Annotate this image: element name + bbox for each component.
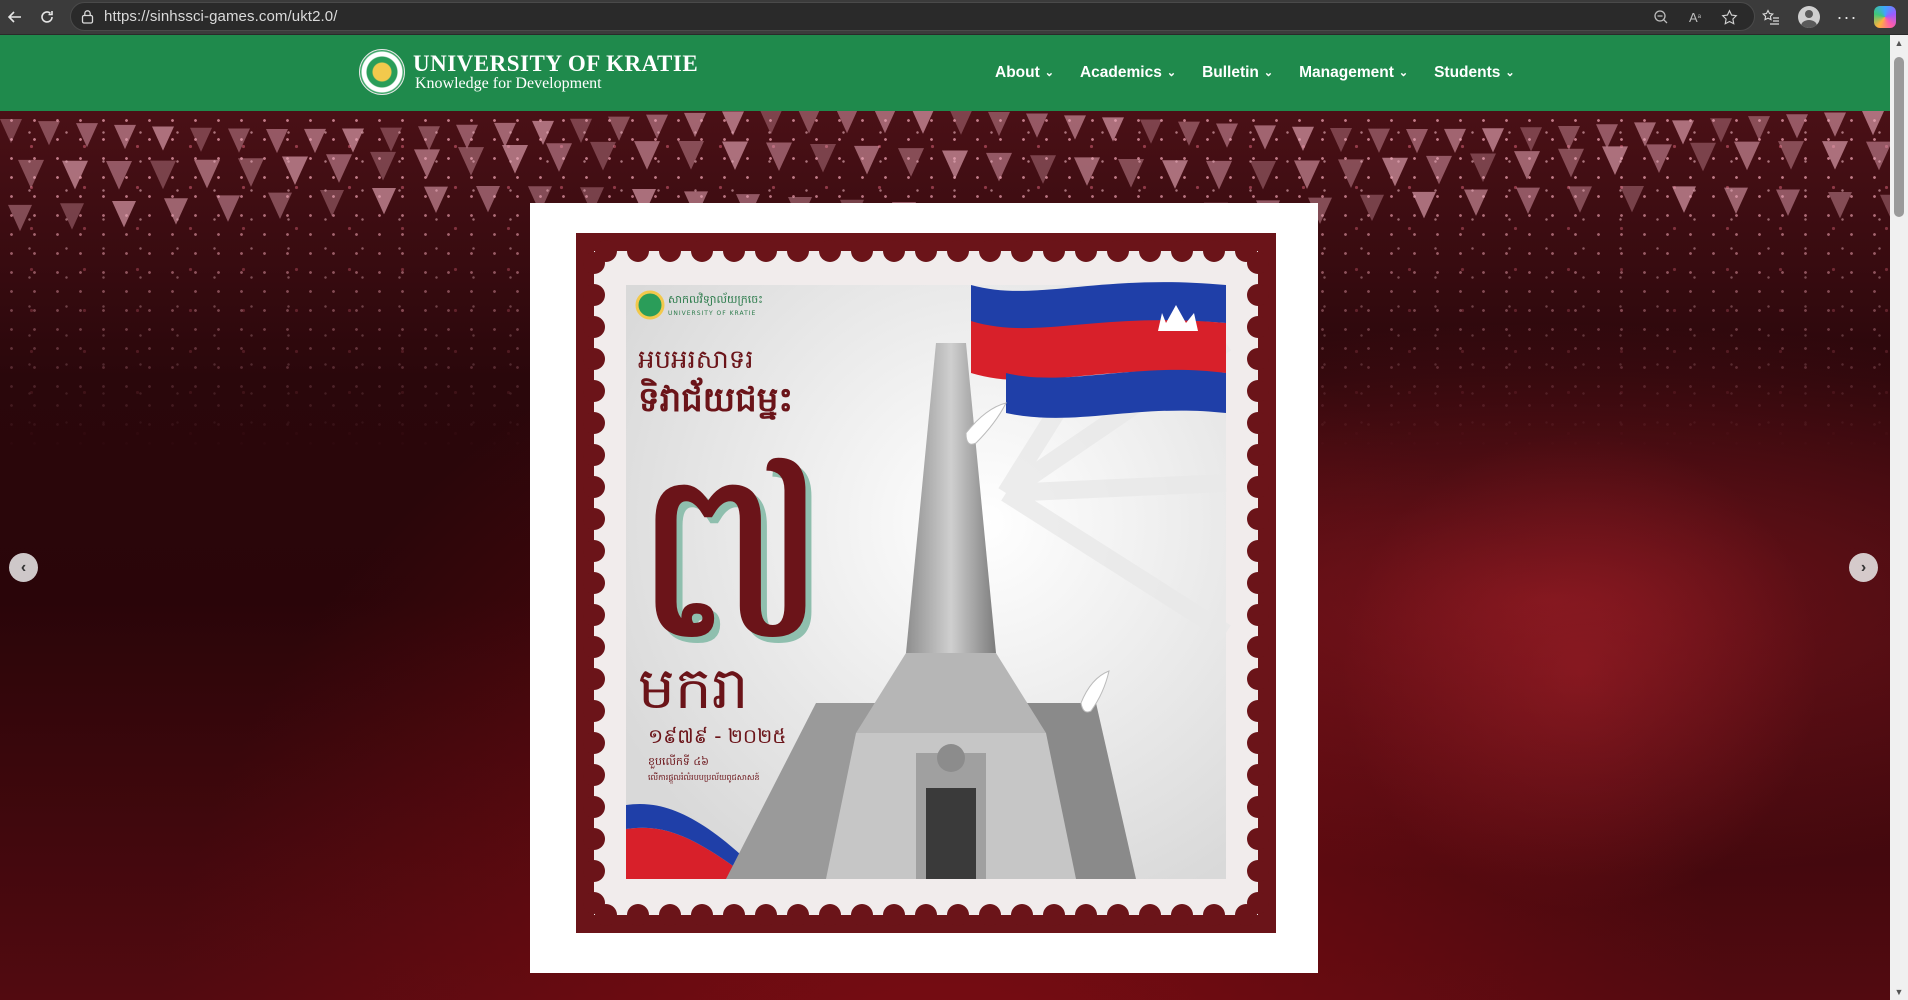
chevron-left-icon: ‹ [20,558,27,576]
scroll-down-arrow-icon[interactable]: ▼ [1890,984,1908,1000]
site-title[interactable]: UNIVERSITY OF KRATIE [413,52,698,75]
slider-next-button[interactable]: › [1849,553,1878,582]
nav-students[interactable]: Students ⌄ [1434,64,1515,82]
nav-bulletin[interactable]: Bulletin ⌄ [1202,64,1273,82]
cambodian-flag-top [971,282,1226,418]
nav-label: Bulletin [1202,64,1259,81]
nav-label: Students [1434,64,1501,81]
more-menu-icon[interactable]: ··· [1832,2,1862,32]
poster-big-numeral: ៧ [632,414,829,694]
nav-about[interactable]: About ⌄ [995,64,1054,82]
zoom-out-icon[interactable] [1648,5,1674,29]
favorite-star-icon[interactable] [1716,5,1742,29]
refresh-icon[interactable] [32,2,62,32]
browser-toolbar: https://sinhssci-games.com/ukt2.0/ Aᵃ ··… [0,0,1908,35]
nav-label: Management [1299,64,1394,81]
university-seal-icon[interactable] [359,49,405,95]
nav-label: Academics [1079,64,1162,81]
slider-prev-button[interactable]: ‹ [9,553,38,582]
chevron-down-icon: ⌄ [1166,66,1177,79]
url-text[interactable]: https://sinhssci-games.com/ukt2.0/ [104,8,338,25]
page-scrollbar[interactable]: ▲ ▼ [1890,35,1908,1000]
site-logo-link[interactable]: UNIVERSITY OF KRATIE Knowledge for Devel… [359,49,698,95]
nav-academics[interactable]: Academics ⌄ [1080,64,1176,82]
profile-avatar-icon[interactable] [1794,2,1824,32]
poster-anniversary: ខួបលើកទី ៤៦ [648,754,709,769]
nav-label: About [995,64,1040,81]
poster-logo-en: UNIVERSITY OF KRATIE [668,310,756,317]
poster-headline-1: អបអរសាទរ [638,345,754,375]
main-navigation: About ⌄ Academics ⌄ Bulletin ⌄ Managemen… [995,35,1515,111]
university-seal-icon [635,290,665,320]
address-bar[interactable]: https://sinhssci-games.com/ukt2.0/ Aᵃ [70,2,1755,31]
victory-day-poster: សាកលវិទ្យាល័យក្រចេះ UNIVERSITY OF KRATIE… [576,233,1276,933]
poster-logo-khmer: សាកលវិទ្យាល័យក្រចេះ [668,292,763,306]
site-header: UNIVERSITY OF KRATIE Knowledge for Devel… [0,35,1890,111]
chevron-down-icon: ⌄ [1044,66,1054,79]
nav-management[interactable]: Management ⌄ [1299,64,1408,82]
poster-month: មករា [638,654,748,722]
chevron-right-icon: › [1860,558,1867,576]
favorites-list-icon[interactable] [1756,2,1786,32]
poster-years: ១៩៧៩ - ២០២៥ [648,724,786,748]
chevron-down-icon: ⌄ [1398,66,1409,79]
chevron-down-icon: ⌄ [1505,66,1515,79]
smoke-decoration [1320,411,1840,931]
read-aloud-icon[interactable]: Aᵃ [1682,5,1708,29]
site-tagline: Knowledge for Development [415,75,602,92]
slide-card[interactable]: សាកលវិទ្យាល័យក្រចេះ UNIVERSITY OF KRATIE… [530,203,1318,973]
scroll-up-arrow-icon[interactable]: ▲ [1890,35,1908,51]
hero-slider: ‹ › សាកលវិទ្យាល័យក្រចេះ UNIVERSITY OF KR… [0,111,1890,1000]
chevron-down-icon: ⌄ [1263,66,1274,79]
lock-icon[interactable] [81,9,94,24]
back-arrow-icon[interactable] [0,2,30,32]
copilot-icon[interactable] [1870,2,1900,32]
scrollbar-thumb[interactable] [1894,57,1904,217]
